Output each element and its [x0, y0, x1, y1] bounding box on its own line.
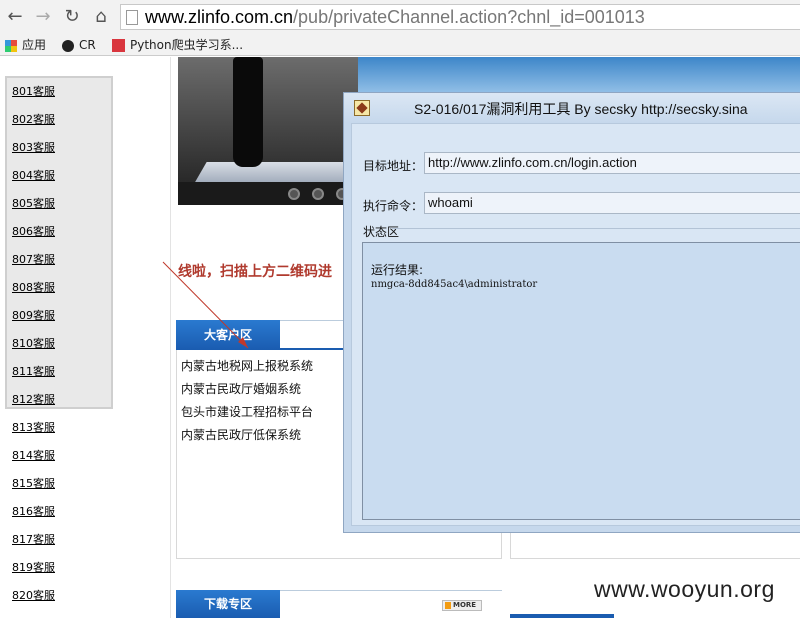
- sidebar-item-link[interactable]: 817客服: [12, 531, 55, 547]
- app-icon: [354, 100, 370, 116]
- bookmarks-bar: 应用 CR Python爬虫学习系...: [0, 34, 800, 56]
- window-title: S2-016/017漏洞利用工具 By secsky http://secsky…: [414, 101, 748, 117]
- cr-icon: [62, 39, 74, 52]
- status-output-area[interactable]: 运行结果: nmgca-8dd845ac4\administrator: [362, 242, 800, 520]
- person-silhouette: [233, 57, 263, 167]
- sidebar-item-link[interactable]: 806客服: [12, 223, 55, 239]
- banner-image-right: [358, 57, 800, 97]
- banner-image: [178, 57, 368, 205]
- carousel-dot[interactable]: [312, 188, 324, 200]
- address-bar[interactable]: www.zlinfo.com.cn/pub/privateChannel.act…: [120, 4, 800, 30]
- sidebar-item-link[interactable]: 812客服: [12, 391, 55, 407]
- bookmark-cr[interactable]: CR: [62, 37, 96, 53]
- list-item[interactable]: 包头市建设工程招标平台: [181, 403, 313, 420]
- sidebar-item-link[interactable]: 814客服: [12, 447, 55, 463]
- bookmark-apps[interactable]: 应用: [5, 37, 46, 53]
- sidebar-item-link[interactable]: 803客服: [12, 139, 55, 155]
- target-url-input[interactable]: http://www.zlinfo.com.cn/login.action: [424, 152, 800, 174]
- window-titlebar[interactable]: S2-016/017漏洞利用工具 By secsky http://secsky…: [344, 93, 800, 123]
- bookmark-label: Python爬虫学习系...: [130, 38, 244, 52]
- sidebar-item-link[interactable]: 810客服: [12, 335, 55, 351]
- command-input[interactable]: whoami: [424, 192, 800, 214]
- sidebar-item-link[interactable]: 819客服: [12, 559, 55, 575]
- result-value: nmgca-8dd845ac4\administrator: [371, 279, 538, 290]
- sidebar-item-link[interactable]: 808客服: [12, 279, 55, 295]
- url-domain: www.zlinfo.com.cn: [145, 7, 294, 27]
- bookmark-label: CR: [79, 38, 96, 52]
- exploit-tool-window: S2-016/017漏洞利用工具 By secsky http://secsky…: [343, 92, 800, 533]
- result-label: 运行结果:: [371, 263, 424, 277]
- more-button[interactable]: MORE: [442, 600, 482, 611]
- sidebar-item-link[interactable]: 804客服: [12, 167, 55, 183]
- reload-icon[interactable]: ↻: [61, 6, 83, 28]
- back-icon[interactable]: ←: [4, 6, 26, 28]
- tab-strip: [510, 614, 614, 618]
- scan-qr-text: 线啦，扫描上方二维码进: [178, 264, 332, 280]
- tab-download[interactable]: 下载专区: [176, 590, 280, 618]
- bookmark-site-icon: [112, 39, 125, 52]
- list-item[interactable]: 内蒙古民政厅低保系统: [181, 426, 301, 443]
- url-path: /pub/privateChannel.action?chnl_id=00101…: [293, 7, 645, 27]
- sidebar-item-link[interactable]: 802客服: [12, 111, 55, 127]
- sidebar-item-link[interactable]: 809客服: [12, 307, 55, 323]
- column-divider: [170, 57, 171, 618]
- list-item[interactable]: 内蒙古民政厅婚姻系统: [181, 380, 301, 397]
- command-label: 执行命令：: [363, 199, 424, 213]
- sidebar-item-link[interactable]: 820客服: [12, 587, 55, 603]
- right-panel-border: [510, 530, 800, 559]
- sidebar-item-link[interactable]: 805客服: [12, 195, 55, 211]
- sidebar-item-link[interactable]: 816客服: [12, 503, 55, 519]
- bookmark-python[interactable]: Python爬虫学习系...: [112, 37, 243, 53]
- browser-toolbar: ← → ↻ ⌂ www.zlinfo.com.cn/pub/privateCha…: [0, 0, 800, 34]
- apps-grid-icon: [5, 39, 17, 52]
- target-label: 目标地址：: [363, 159, 424, 173]
- sidebar-item-link[interactable]: 807客服: [12, 251, 55, 267]
- carousel-dot[interactable]: [288, 188, 300, 200]
- watermark: www.wooyun.org: [594, 576, 775, 602]
- bookmark-label: 应用: [22, 38, 47, 52]
- tab-big-customer[interactable]: 大客户区: [176, 320, 280, 350]
- status-group-rule: [392, 228, 800, 229]
- sidebar-item-link[interactable]: 815客服: [12, 475, 55, 491]
- sidebar-item-link[interactable]: 813客服: [12, 419, 55, 435]
- sidebar-item-link[interactable]: 801客服: [12, 83, 55, 99]
- list-item[interactable]: 内蒙古地税网上报税系统: [181, 357, 313, 374]
- home-icon[interactable]: ⌂: [90, 6, 112, 28]
- status-label: 状态区: [363, 225, 400, 239]
- sidebar-item-link[interactable]: 811客服: [12, 363, 55, 379]
- page-icon: [126, 10, 138, 25]
- forward-icon[interactable]: →: [32, 6, 54, 28]
